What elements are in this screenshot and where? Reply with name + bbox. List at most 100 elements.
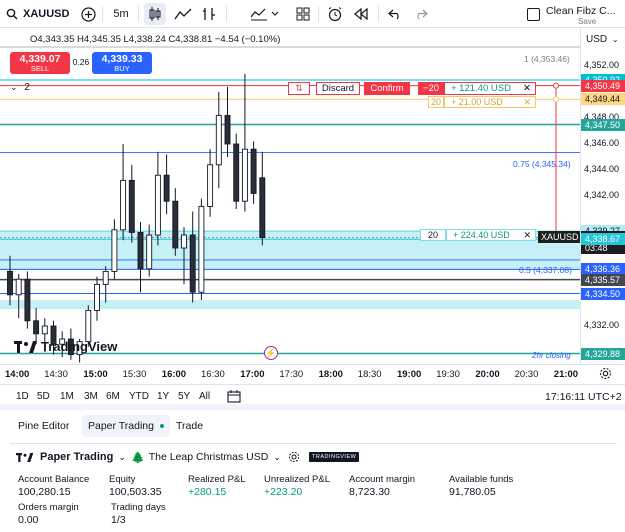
alert-button[interactable]	[324, 0, 346, 28]
bull-candle	[215, 114, 222, 166]
replay-button[interactable]	[350, 0, 372, 28]
indicators-button[interactable]	[198, 0, 220, 28]
confirm-button[interactable]: Confirm	[364, 82, 410, 95]
bull-candle	[146, 234, 153, 270]
buy-button[interactable]: 4,339.33 BUY	[92, 52, 152, 74]
ohlc-legend: O4,343.35 H4,345.35 L4,338.24 C4,338.81 …	[30, 34, 281, 45]
metric-label: Account Balance	[18, 474, 90, 485]
trading-panel: Pine Editor Paper Trading Trade Paper Tr…	[0, 410, 625, 532]
checkbox-icon	[526, 7, 540, 21]
discard-button[interactable]: Discard	[316, 82, 360, 95]
alarm-clock-icon	[328, 7, 342, 22]
range-button[interactable]: 5Y	[178, 391, 190, 402]
time-tick-label: 17:00	[240, 369, 265, 380]
range-button[interactable]: 1M	[60, 391, 74, 402]
metric-value: 8,723.30	[349, 486, 390, 498]
price-tick-label: 4,346.00	[584, 138, 620, 148]
symbol-search[interactable]: XAUUSD	[6, 0, 76, 28]
christmas-tree-icon: 🌲	[131, 451, 145, 464]
tab-pine-editor[interactable]: Pine Editor	[12, 415, 75, 437]
add-symbol-button[interactable]	[78, 0, 98, 28]
spread-value: 0.26	[72, 57, 90, 67]
range-button[interactable]: 5D	[37, 391, 50, 402]
bull-candle	[207, 164, 214, 207]
date-range-button[interactable]	[227, 390, 241, 406]
fib-level-05-label: 0.5 (4,337.08)	[519, 265, 572, 275]
time-tick-label: 15:30	[122, 369, 147, 380]
templates-button[interactable]	[248, 0, 270, 28]
quantity-selector[interactable]: ⌄ 2	[10, 82, 30, 93]
order-pnl: + 121.40 USD ✕	[444, 82, 536, 95]
swap-icon: ⇅	[295, 83, 303, 93]
bear-candle	[233, 143, 240, 202]
broker-selector[interactable]: Paper Trading ⌄	[16, 448, 126, 466]
templates-dropdown[interactable]	[270, 0, 280, 28]
sell-button[interactable]: 4,339.07 SELL	[10, 52, 70, 74]
chart-pane[interactable]: O4,343.35 H4,345.35 L4,338.24 C4,338.81 …	[0, 28, 580, 364]
fib-level-1-label: 1 (4,353.46)	[524, 54, 570, 64]
time-axis[interactable]: 14:00 14:30 15:00 15:30 16:00 16:30 17:00 17:30…	[0, 364, 625, 382]
layout-name-button[interactable]: Clean Fibz C... Save	[546, 0, 625, 28]
layout-button[interactable]	[292, 0, 314, 28]
range-button[interactable]: 1Y	[157, 391, 169, 402]
chart-settings-button[interactable]	[599, 367, 613, 381]
bear-candle	[259, 177, 266, 239]
status-dot-icon	[159, 424, 164, 429]
position-pnl: + 224.40 USD ✕	[446, 229, 536, 241]
range-button[interactable]: All	[199, 391, 210, 402]
range-button[interactable]: YTD	[129, 391, 149, 402]
range-button[interactable]: 6M	[106, 391, 120, 402]
layout-checkbox[interactable]	[524, 0, 542, 28]
chevron-down-icon: ⌄	[611, 35, 619, 44]
symbol-name: XAUUSD	[23, 8, 70, 20]
bull-candle	[102, 270, 109, 285]
interval-button[interactable]: 5m	[108, 0, 134, 28]
line-chart-button[interactable]	[172, 0, 194, 28]
account-name: The Leap Christmas USD	[148, 451, 269, 463]
bull-candle	[120, 179, 127, 231]
metric-label: Unrealized P&L	[264, 474, 331, 485]
fib-level-075-label: 0.75 (4,345.34)	[513, 159, 571, 169]
bear-candle	[163, 174, 170, 202]
tab-trade[interactable]: Trade	[170, 415, 209, 437]
currency-selector[interactable]: USD ⌄	[586, 34, 619, 45]
metric-label: Account margin	[349, 474, 416, 485]
bull-candle	[85, 309, 92, 343]
toolbar-divider	[378, 6, 379, 22]
close-icon[interactable]: ✕	[523, 83, 531, 94]
price-axis[interactable]: USD ⌄ 4,352.00 4,348.00 4,346.00 4,344.00 4,…	[580, 28, 625, 364]
range-button[interactable]: 1D	[16, 391, 29, 402]
close-icon[interactable]: ✕	[523, 97, 531, 107]
tp-pnl: + 21.00 USD ✕	[444, 96, 536, 108]
redo-button[interactable]	[410, 0, 432, 28]
close-icon[interactable]: ✕	[523, 230, 531, 240]
reverse-order-button[interactable]: ⇅	[288, 82, 310, 95]
metric-value: +280.15	[188, 486, 227, 498]
toolbar-divider	[318, 6, 319, 22]
metric-value: +223.20	[264, 486, 303, 498]
chart-canvas[interactable]	[0, 28, 580, 364]
order-quantity[interactable]: −20	[418, 82, 444, 95]
undo-button[interactable]	[384, 0, 406, 28]
candles-chart-type-button[interactable]	[144, 3, 166, 25]
quantity-value: 2	[24, 82, 30, 93]
bull-candle	[198, 205, 205, 293]
account-selector[interactable]: 🌲 The Leap Christmas USD ⌄	[131, 448, 281, 466]
metric-value: 91,780.05	[449, 486, 496, 498]
chevron-down-icon	[271, 11, 279, 16]
broker-badge: TRADINGVIEW	[309, 452, 360, 462]
range-button[interactable]: 3M	[84, 391, 98, 402]
time-tick-label: 16:30	[201, 369, 225, 380]
position-pnl-value: + 224.40 USD	[453, 230, 510, 240]
tp-quantity[interactable]: 20	[428, 96, 444, 108]
lightning-event-icon[interactable]: ⚡	[264, 346, 278, 360]
bull-candle	[94, 283, 100, 311]
position-quantity[interactable]: 20	[420, 229, 446, 241]
timezone-clock[interactable]: 17:16:11 UTC+2	[545, 391, 622, 403]
price-tag: 4,329.88	[581, 347, 625, 360]
account-settings-button[interactable]	[288, 451, 300, 466]
price-tick-label: 4,344.00	[584, 164, 620, 174]
tab-paper-trading[interactable]: Paper Trading	[82, 415, 170, 437]
bear-candle	[189, 234, 196, 293]
price-tag: 4,350.49	[581, 79, 625, 92]
